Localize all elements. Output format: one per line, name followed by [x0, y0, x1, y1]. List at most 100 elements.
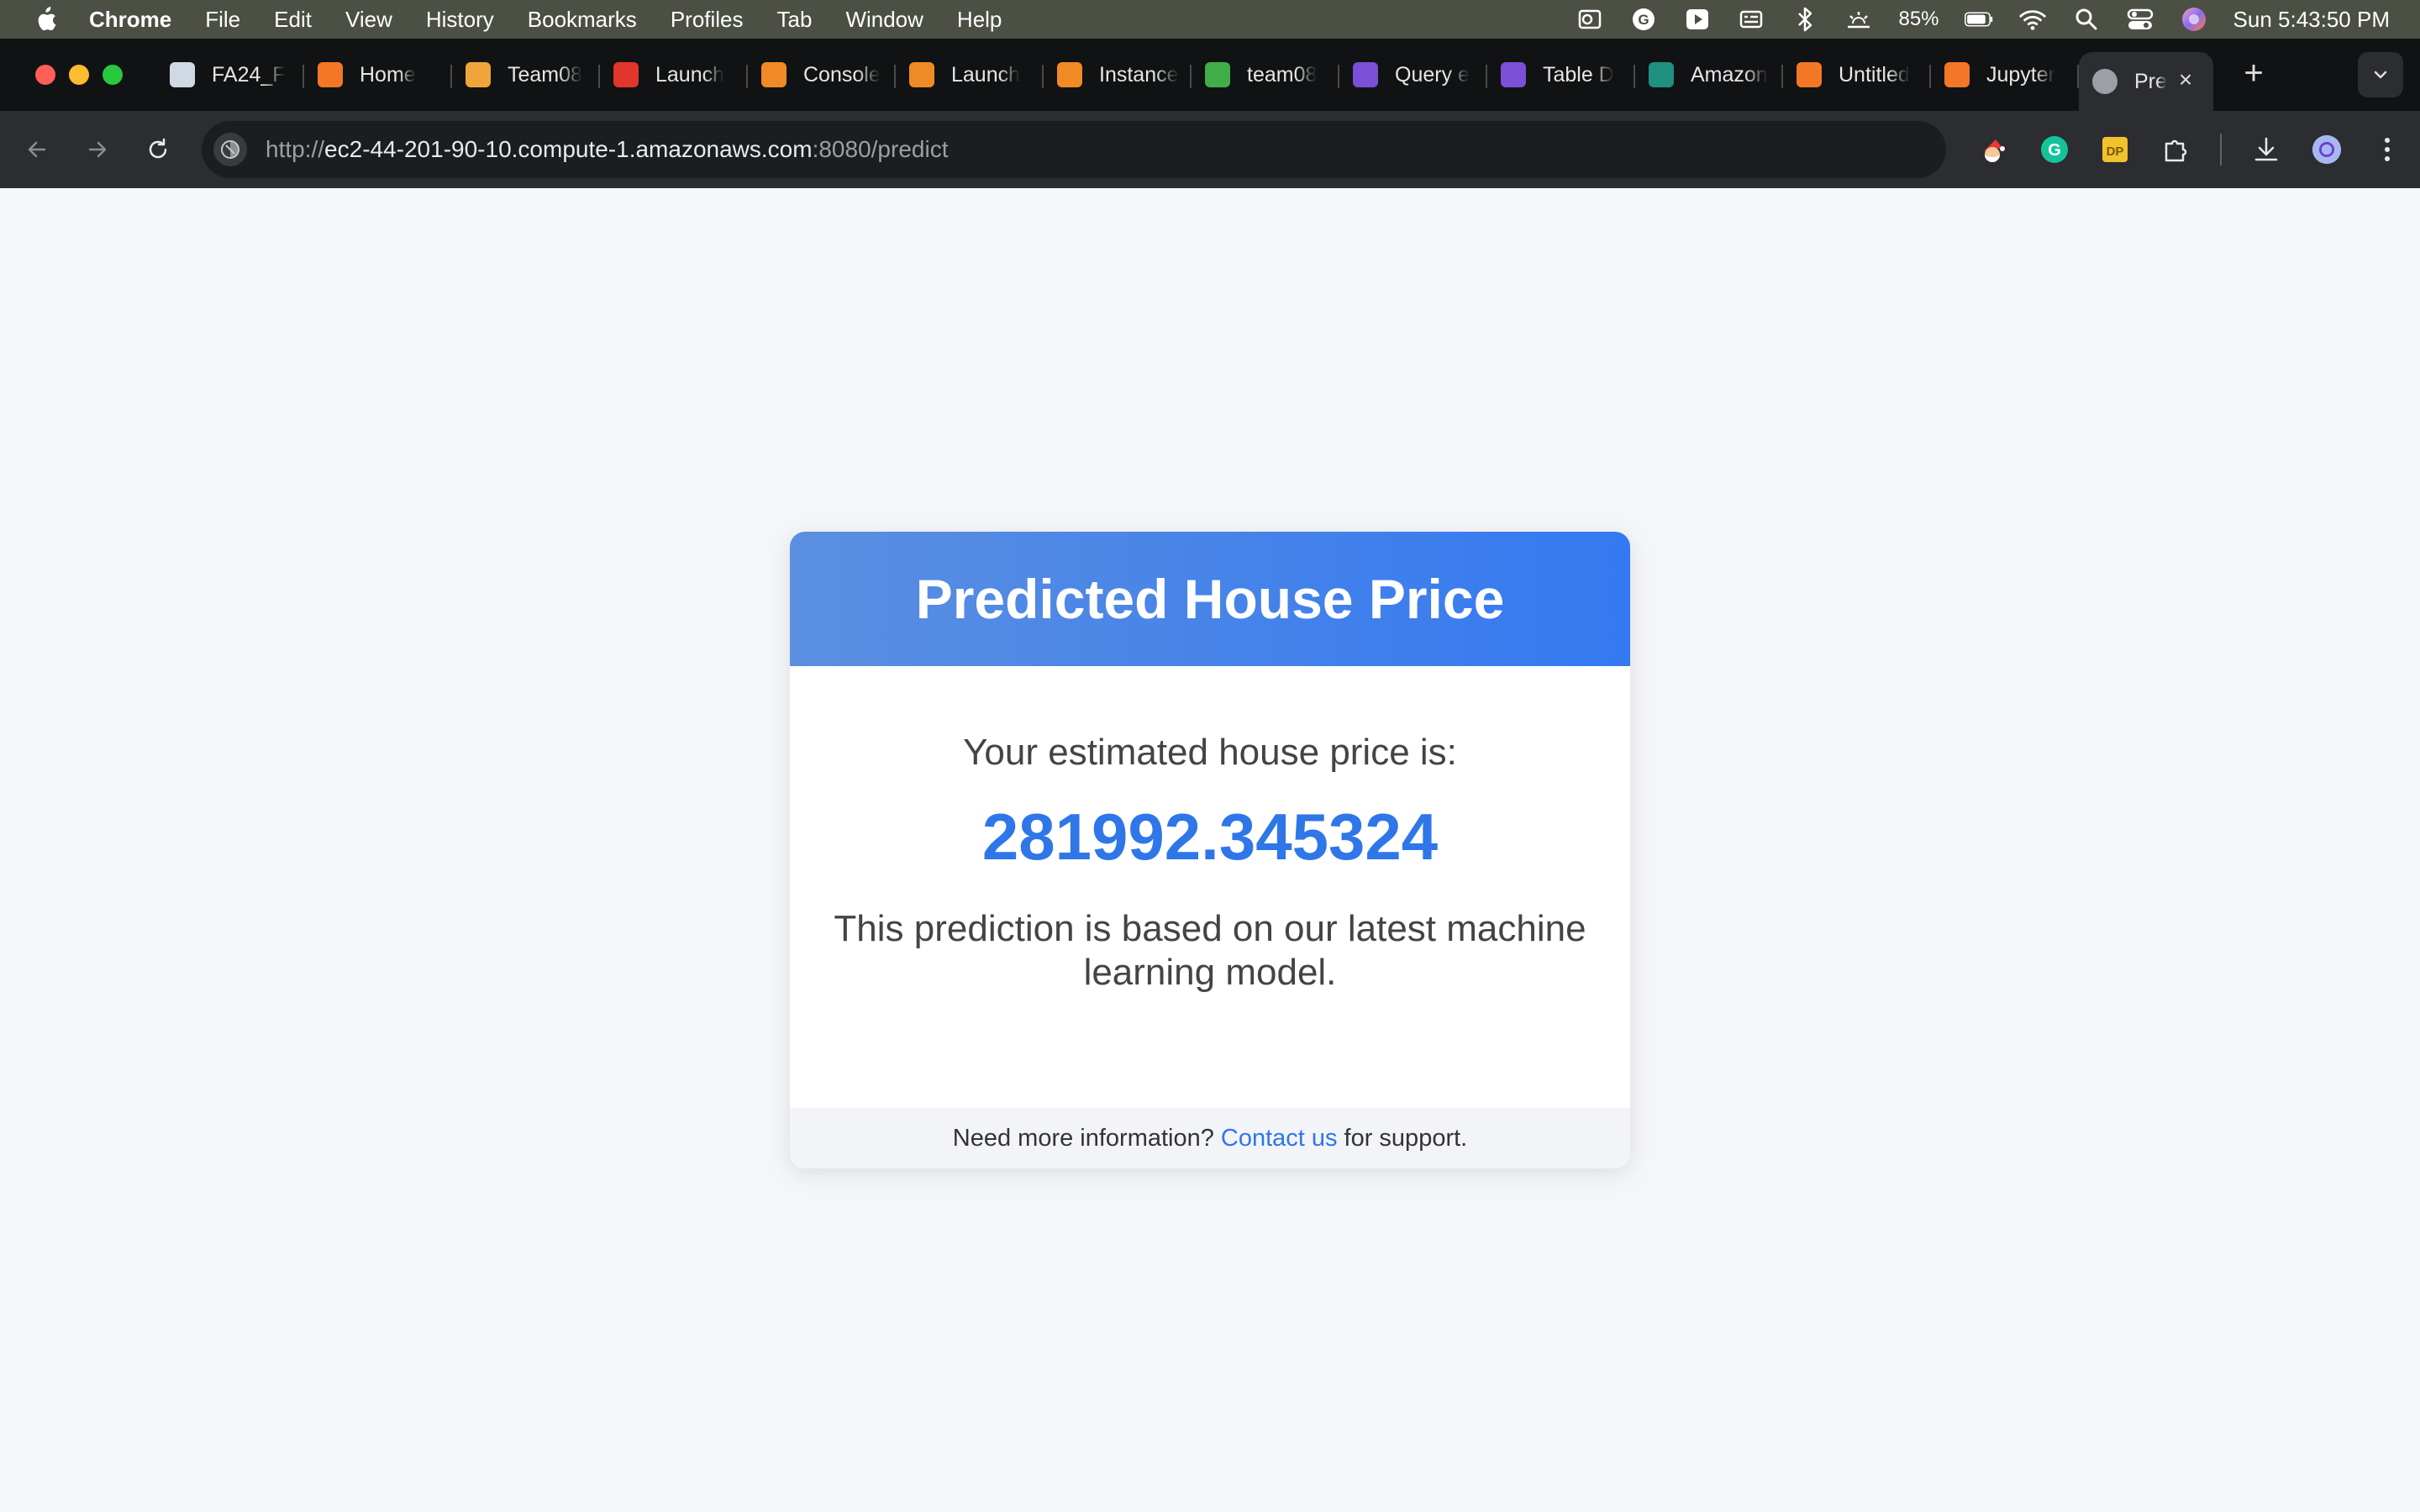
close-tab-icon[interactable]: ×: [2173, 67, 2198, 92]
footer-suffix-text: for support.: [1344, 1124, 1468, 1152]
browser-tab[interactable]: team08: [1192, 48, 1339, 102]
ec2-icon: [1057, 62, 1082, 87]
tab-label: Jupyter: [1986, 62, 2055, 87]
apple-menu-icon[interactable]: [32, 6, 59, 33]
menu-window[interactable]: Window: [845, 7, 923, 33]
ec2-icon: [909, 62, 934, 87]
menu-bar-status-area: G 85% Sun 5:43:50 PM: [1576, 0, 2390, 39]
tab-label: team08: [1247, 62, 1318, 87]
jupyter-icon: [318, 62, 343, 87]
profile-avatar-icon[interactable]: [2311, 134, 2343, 165]
bluetooth-icon[interactable]: [1791, 5, 1819, 34]
browser-tab-active[interactable]: Pre ×: [2079, 52, 2213, 111]
menu-view[interactable]: View: [345, 7, 392, 33]
browser-tab[interactable]: FA24_F: [156, 48, 304, 102]
window-controls: [35, 65, 123, 85]
browser-tab[interactable]: Home: [304, 48, 452, 102]
browser-tab[interactable]: Launch: [600, 48, 748, 102]
close-window-button[interactable]: [35, 65, 55, 85]
contact-us-link[interactable]: Contact us: [1221, 1125, 1338, 1152]
forward-button[interactable]: [81, 133, 114, 166]
arrow-left-icon: [28, 141, 46, 158]
card-header: Predicted House Price: [790, 532, 1630, 666]
menu-app-name[interactable]: Chrome: [89, 7, 171, 33]
download-icon[interactable]: [2250, 134, 2282, 165]
browser-tab[interactable]: Query e: [1339, 48, 1487, 102]
tab-label: Launch: [655, 62, 725, 87]
browser-tab[interactable]: Jupyter: [1931, 48, 2079, 102]
more-menu-icon[interactable]: [2371, 134, 2403, 165]
athena-icon: [1353, 62, 1378, 87]
macos-menu-bar: Chrome File Edit View History Bookmarks …: [0, 0, 2420, 39]
card-body: Your estimated house price is: 281992.34…: [790, 666, 1630, 995]
tab-label: Team08: [508, 62, 582, 87]
arrow-right-icon: [88, 141, 107, 158]
menu-profiles[interactable]: Profiles: [671, 7, 744, 33]
tab-label: Amazon: [1691, 62, 1768, 87]
glue-icon: [1501, 62, 1526, 87]
browser-tab[interactable]: Amazon: [1635, 48, 1783, 102]
tab-label: FA24_F: [212, 62, 286, 87]
svg-text:DP: DP: [2107, 144, 2124, 159]
browser-tab[interactable]: Untitled: [1783, 48, 1931, 102]
compass-icon: [170, 62, 195, 87]
back-button[interactable]: [20, 133, 54, 166]
browser-tab[interactable]: Launch: [896, 48, 1044, 102]
url-port-path: :8080/predict: [812, 136, 949, 162]
menu-bookmarks[interactable]: Bookmarks: [528, 7, 637, 33]
outlook-icon[interactable]: [1576, 5, 1604, 34]
tab-search-button[interactable]: [2358, 52, 2403, 97]
control-center-icon[interactable]: [2126, 5, 2154, 34]
tab-label: Untitled: [1839, 62, 1910, 87]
keyboard-viewer-icon[interactable]: [1737, 5, 1765, 34]
new-tab-button[interactable]: +: [2233, 55, 2274, 95]
browser-tab[interactable]: Instance: [1044, 48, 1192, 102]
address-bar-url[interactable]: http://ec2-44-201-90-10.compute-1.amazon…: [266, 136, 948, 163]
card-footer: Need more information? Contact us for su…: [790, 1108, 1630, 1168]
battery-icon[interactable]: [1964, 5, 1993, 34]
santa-extension-icon[interactable]: [1978, 134, 2010, 165]
prediction-card: Predicted House Price Your estimated hou…: [790, 532, 1630, 1168]
grammarly-extension-icon[interactable]: G: [2039, 134, 2070, 165]
predicted-price-value: 281992.345324: [981, 800, 1439, 874]
spotlight-search-icon[interactable]: [2072, 5, 2101, 34]
browser-tab[interactable]: Console: [748, 48, 896, 102]
battery-percentage: 85%: [1898, 8, 1939, 30]
menu-history[interactable]: History: [426, 7, 494, 33]
browser-tab[interactable]: Team08: [452, 48, 600, 102]
aws-box-icon: [761, 62, 786, 87]
minimize-window-button[interactable]: [69, 65, 89, 85]
site-info-icon[interactable]: [213, 133, 247, 166]
price-intro-text: Your estimated house price is:: [963, 732, 1457, 773]
note-extension-icon[interactable]: DP: [2099, 134, 2131, 165]
grammarly-icon[interactable]: G: [1629, 5, 1658, 34]
url-host: ec2-44-201-90-10.compute-1.amazonaws.com: [324, 136, 813, 162]
puzzle-extensions-icon[interactable]: [2160, 134, 2191, 165]
reload-button[interactable]: [141, 133, 175, 166]
canvas-icon: [613, 62, 639, 87]
menu-bar-clock[interactable]: Sun 5:43:50 PM: [2233, 7, 2390, 33]
menu-help[interactable]: Help: [957, 7, 1002, 33]
address-bar[interactable]: http://ec2-44-201-90-10.compute-1.amazon…: [202, 121, 1946, 178]
wifi-icon[interactable]: [2018, 5, 2047, 34]
brightness-icon[interactable]: [1844, 5, 1873, 34]
model-note-text: This prediction is based on our latest m…: [834, 908, 1586, 993]
browser-toolbar: http://ec2-44-201-90-10.compute-1.amazon…: [0, 111, 2420, 188]
url-scheme: http://: [266, 136, 325, 162]
menu-edit[interactable]: Edit: [274, 7, 312, 33]
browser-tab-strip: FA24_F Home Team08 Launch Console Launch Insta…: [0, 39, 2420, 111]
jupyter-icon: [1944, 62, 1970, 87]
sagemaker-icon: [1649, 62, 1674, 87]
menu-file[interactable]: File: [205, 7, 240, 33]
siri-icon[interactable]: [2180, 5, 2208, 34]
zoom-window-button[interactable]: [103, 65, 123, 85]
svg-text:G: G: [1639, 12, 1649, 28]
hourglass-icon: [1797, 62, 1822, 87]
reload-icon: [149, 138, 167, 159]
play-icon[interactable]: [1683, 5, 1712, 34]
browser-tab[interactable]: Table D: [1487, 48, 1635, 102]
page-viewport: Predicted House Price Your estimated hou…: [0, 188, 2420, 1512]
menu-tab[interactable]: Tab: [777, 7, 813, 33]
svg-text:G: G: [2048, 141, 2061, 160]
extensions-area: G DP: [1978, 128, 2403, 171]
